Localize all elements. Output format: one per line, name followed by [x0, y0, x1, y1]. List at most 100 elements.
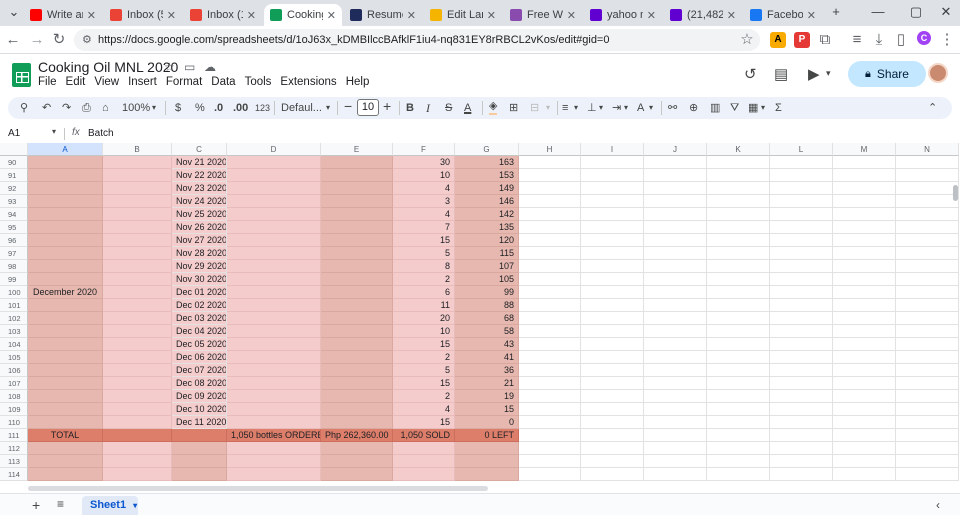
cell-M104[interactable]	[833, 338, 896, 351]
cell-G107[interactable]: 21	[455, 377, 519, 390]
cell-B102[interactable]	[103, 312, 172, 325]
cell-C114[interactable]	[172, 468, 227, 481]
cell-A110[interactable]	[28, 416, 103, 429]
cell-L110[interactable]	[770, 416, 833, 429]
cell-G108[interactable]: 19	[455, 390, 519, 403]
cell-G114[interactable]	[455, 468, 519, 481]
column-header[interactable]: F	[393, 143, 455, 156]
cell-C104[interactable]: Dec 05 2020	[172, 338, 227, 351]
column-header[interactable]: M	[833, 143, 896, 156]
cell-J104[interactable]	[644, 338, 707, 351]
row-header[interactable]: 92	[0, 182, 28, 195]
cell-L106[interactable]	[770, 364, 833, 377]
cell-A91[interactable]	[28, 169, 103, 182]
cell-K99[interactable]	[707, 273, 770, 286]
meet-icon[interactable]: ▶	[808, 65, 820, 83]
browser-tab[interactable]: Edit Landi ✕	[424, 4, 502, 26]
cell-A90[interactable]	[28, 156, 103, 169]
cell-H98[interactable]	[519, 260, 581, 273]
cell-I105[interactable]	[581, 351, 644, 364]
cell-N98[interactable]	[896, 260, 959, 273]
close-tab-icon[interactable]: ✕	[807, 9, 816, 22]
text-color-icon[interactable]: A	[464, 100, 471, 116]
cell-L113[interactable]	[770, 455, 833, 468]
close-tab-icon[interactable]: ✕	[327, 9, 336, 22]
cell-I101[interactable]	[581, 299, 644, 312]
undo-icon[interactable]: ↶	[42, 100, 51, 116]
forward-icon[interactable]: →	[28, 31, 46, 49]
cell-J98[interactable]	[644, 260, 707, 273]
cell-F93[interactable]: 3	[393, 195, 455, 208]
cell-N100[interactable]	[896, 286, 959, 299]
cell-K109[interactable]	[707, 403, 770, 416]
cell-J106[interactable]	[644, 364, 707, 377]
cell-C108[interactable]: Dec 09 2020	[172, 390, 227, 403]
cell-E114[interactable]	[321, 468, 393, 481]
bold-icon[interactable]: B	[406, 100, 414, 116]
cell-D114[interactable]	[227, 468, 321, 481]
cell-H106[interactable]	[519, 364, 581, 377]
text-rotation-icon[interactable]: A	[637, 100, 644, 116]
redo-icon[interactable]: ↷	[62, 100, 71, 116]
cell-E92[interactable]	[321, 182, 393, 195]
menu-item[interactable]: Help	[346, 76, 370, 88]
column-header[interactable]: L	[770, 143, 833, 156]
cell-E101[interactable]	[321, 299, 393, 312]
cell-B98[interactable]	[103, 260, 172, 273]
cell-D99[interactable]	[227, 273, 321, 286]
cell-F94[interactable]: 4	[393, 208, 455, 221]
cell-N108[interactable]	[896, 390, 959, 403]
version-history-icon[interactable]: ↺	[744, 65, 757, 83]
cell-K101[interactable]	[707, 299, 770, 312]
cell-G94[interactable]: 142	[455, 208, 519, 221]
cell-I95[interactable]	[581, 221, 644, 234]
cell-M92[interactable]	[833, 182, 896, 195]
move-folder-icon[interactable]: ▭	[184, 60, 195, 74]
cell-J90[interactable]	[644, 156, 707, 169]
cell-I96[interactable]	[581, 234, 644, 247]
cell-B99[interactable]	[103, 273, 172, 286]
cell-B96[interactable]	[103, 234, 172, 247]
row-header[interactable]: 100	[0, 286, 28, 299]
browser-tab[interactable]: (21,482 u ✕	[664, 4, 742, 26]
cell-I103[interactable]	[581, 325, 644, 338]
cell-L101[interactable]	[770, 299, 833, 312]
cell-N97[interactable]	[896, 247, 959, 260]
cell-F92[interactable]: 4	[393, 182, 455, 195]
cell-B103[interactable]	[103, 325, 172, 338]
cell-H100[interactable]	[519, 286, 581, 299]
cell-J96[interactable]	[644, 234, 707, 247]
font-select[interactable]: Defaul...	[281, 100, 322, 116]
cell-B112[interactable]	[103, 442, 172, 455]
row-header[interactable]: 108	[0, 390, 28, 403]
cell-A94[interactable]	[28, 208, 103, 221]
cell-D96[interactable]	[227, 234, 321, 247]
filter-icon[interactable]: ⛛	[730, 100, 739, 116]
row-header[interactable]: 112	[0, 442, 28, 455]
cell-M105[interactable]	[833, 351, 896, 364]
cell-G98[interactable]: 107	[455, 260, 519, 273]
cell-M113[interactable]	[833, 455, 896, 468]
cell-E106[interactable]	[321, 364, 393, 377]
cell-G110[interactable]: 0	[455, 416, 519, 429]
cell-J101[interactable]	[644, 299, 707, 312]
cell-K108[interactable]	[707, 390, 770, 403]
cell-E100[interactable]	[321, 286, 393, 299]
row-header[interactable]: 106	[0, 364, 28, 377]
cell-F90[interactable]: 30	[393, 156, 455, 169]
cell-I112[interactable]	[581, 442, 644, 455]
cell-M90[interactable]	[833, 156, 896, 169]
row-header[interactable]: 101	[0, 299, 28, 312]
cell-F98[interactable]: 8	[393, 260, 455, 273]
cell-E97[interactable]	[321, 247, 393, 260]
cell-K91[interactable]	[707, 169, 770, 182]
cell-H111[interactable]	[519, 429, 581, 442]
cell-F105[interactable]: 2	[393, 351, 455, 364]
cell-J105[interactable]	[644, 351, 707, 364]
cell-A108[interactable]	[28, 390, 103, 403]
column-header[interactable]: H	[519, 143, 581, 156]
horizontal-scrollbar[interactable]	[0, 485, 950, 493]
cell-H113[interactable]	[519, 455, 581, 468]
cell-J93[interactable]	[644, 195, 707, 208]
cell-B101[interactable]	[103, 299, 172, 312]
